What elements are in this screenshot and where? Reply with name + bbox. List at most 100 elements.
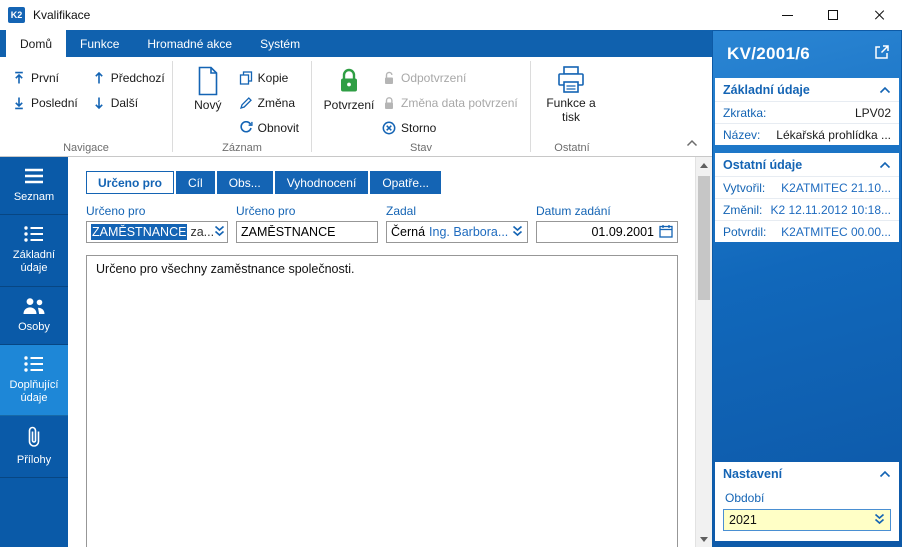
app-window: K2 Kvalifikace Domů Funkce Hromadné akce… xyxy=(0,0,902,547)
content-area: Seznam Základní údaje Osoby Doplňující ú… xyxy=(0,157,712,547)
calendar-icon[interactable] xyxy=(659,224,673,241)
target-field-label: Určeno pro xyxy=(86,204,146,218)
scroll-down-button[interactable] xyxy=(696,531,712,547)
collapse-chevron-icon[interactable] xyxy=(879,83,891,97)
ribbon-group-navigace: První Předchozí Poslední Další Navigace xyxy=(0,57,172,156)
last-record-button[interactable]: Poslední xyxy=(8,92,82,114)
last-record-label: Poslední xyxy=(31,95,78,110)
tab-opatreni[interactable]: Opatře... xyxy=(370,171,441,194)
period-combobox[interactable]: 2021 xyxy=(723,509,891,531)
change-confirm-date-button[interactable]: Změna data potvrzení xyxy=(378,90,522,115)
sidebar-item-label: Seznam xyxy=(13,191,55,203)
target-combobox[interactable]: ZAMĚSTNANCE za... xyxy=(86,221,228,243)
copy-label: Kopie xyxy=(257,70,289,85)
ribbon-tab-system[interactable]: Systém xyxy=(246,30,314,57)
tab-urceno-pro[interactable]: Určeno pro xyxy=(86,171,175,194)
confirm-button[interactable]: Potvrzení xyxy=(320,65,378,113)
target-selected-text: ZAMĚSTNANCE xyxy=(91,224,188,240)
change-button[interactable]: Změna xyxy=(235,90,303,115)
sidebar-item-doplnujici-udaje[interactable]: Doplňující údaje xyxy=(0,344,68,417)
target-rest-text: za... xyxy=(190,225,215,239)
row-label: Vytvořil: xyxy=(723,180,766,195)
previous-record-icon xyxy=(94,71,103,83)
minimize-button[interactable] xyxy=(764,0,810,30)
sidebar-item-osoby[interactable]: Osoby xyxy=(0,287,68,345)
ribbon-group-stav: Potvrzení Odpotvrzení Změna data potvrze… xyxy=(312,57,530,156)
sidebar-item-label: Doplňující údaje xyxy=(9,378,59,404)
functions-print-label: Funkce a tisk xyxy=(546,96,596,124)
info-panel: KV/2001/6 Základní údaje Zkratka: LPV02 … xyxy=(712,30,902,547)
row-label: Změnil: xyxy=(723,202,763,217)
open-in-new-window-button[interactable] xyxy=(874,44,890,65)
section-ostatni-udaje: Ostatní údaje Vytvořil: K2ATMITEC 21.10.… xyxy=(715,153,899,242)
confirm-label: Potvrzení xyxy=(323,98,375,112)
tab-obsah[interactable]: Obs... xyxy=(216,171,273,194)
unconfirm-button[interactable]: Odpotvrzení xyxy=(378,65,522,90)
vertical-scrollbar[interactable] xyxy=(695,157,712,547)
dropdown-double-chevron-icon[interactable] xyxy=(874,513,885,528)
menu-icon xyxy=(25,168,43,184)
date-field[interactable]: 01.09.2001 xyxy=(536,221,678,243)
maximize-button[interactable] xyxy=(810,0,856,30)
period-value: 2021 xyxy=(729,513,757,527)
row-label: Potvrdil: xyxy=(723,224,767,239)
sidebar-item-prilohy[interactable]: Přílohy xyxy=(0,416,68,479)
entered-by-detail: Ing. Barbora... xyxy=(429,225,509,239)
dropdown-double-chevron-icon[interactable] xyxy=(512,225,523,240)
section-header-ostatni-udaje[interactable]: Ostatní údaje xyxy=(715,153,899,176)
title-bar: K2 Kvalifikace xyxy=(0,0,902,30)
scroll-down-icon xyxy=(700,536,708,542)
collapse-chevron-icon[interactable] xyxy=(879,467,891,481)
ribbon-tab-domu[interactable]: Domů xyxy=(6,30,67,57)
cancel-record-label: Storno xyxy=(401,120,437,135)
window-controls xyxy=(764,0,902,30)
tab-vyhodnoceni[interactable]: Vyhodnocení xyxy=(274,171,369,194)
sidebar-item-label: Osoby xyxy=(18,320,50,333)
next-record-button[interactable]: Další xyxy=(88,92,169,114)
ribbon-tab-hromadne-akce[interactable]: Hromadné akce xyxy=(133,30,246,57)
chevron-up-icon xyxy=(686,139,698,147)
row-label: Zkratka: xyxy=(723,105,767,120)
previous-record-label: Předchozí xyxy=(110,70,165,85)
section-title: Základní údaje xyxy=(723,82,810,97)
section-header-nastaveni[interactable]: Nastavení xyxy=(715,462,899,485)
scroll-up-button[interactable] xyxy=(696,157,712,173)
functions-print-button[interactable]: Funkce a tisk xyxy=(539,65,603,125)
new-document-icon xyxy=(198,66,218,96)
cancel-record-button[interactable]: Storno xyxy=(378,115,522,140)
refresh-button[interactable]: Obnovit xyxy=(235,115,303,140)
ribbon-tab-funkce[interactable]: Funkce xyxy=(66,30,133,57)
scrollbar-thumb[interactable] xyxy=(698,176,710,300)
previous-record-button[interactable]: Předchozí xyxy=(88,67,169,89)
tab-cil[interactable]: Cíl xyxy=(176,171,215,194)
ribbon-tab-bar: Domů Funkce Hromadné akce Systém xyxy=(0,30,712,57)
row-value: K2ATMITEC 00.00... xyxy=(781,224,891,239)
copy-icon xyxy=(239,70,252,85)
change-confirm-date-label: Změna data potvrzení xyxy=(401,95,518,110)
ribbon-collapse-button[interactable] xyxy=(686,134,698,152)
dropdown-double-chevron-icon[interactable] xyxy=(214,225,225,240)
info-panel-header: KV/2001/6 xyxy=(712,30,902,78)
scroll-up-icon xyxy=(700,162,708,168)
sidebar-item-zakladni-udaje[interactable]: Základní údaje xyxy=(0,215,68,287)
refresh-icon xyxy=(240,120,253,132)
form-tabs: Určeno pro Cíl Obs... Vyhodnocení Opatře… xyxy=(86,171,695,194)
section-header-zakladni-udaje[interactable]: Základní údaje xyxy=(715,78,899,101)
next-record-label: Další xyxy=(110,95,139,110)
field-labels-row: Určeno pro Určeno pro Zadal Datum zadání xyxy=(86,204,695,218)
copy-button[interactable]: Kopie xyxy=(235,65,303,90)
ribbon-group-ostatni: Funkce a tisk Ostatní xyxy=(531,57,613,156)
sidebar-item-seznam[interactable]: Seznam xyxy=(0,157,68,216)
record-buttons: Kopie Změna Obnovit xyxy=(235,65,303,140)
close-button[interactable] xyxy=(856,0,902,30)
settings-body: Období 2021 xyxy=(715,485,899,541)
collapse-chevron-icon[interactable] xyxy=(879,158,891,172)
first-record-button[interactable]: První xyxy=(8,67,82,89)
target2-input-field[interactable] xyxy=(241,225,373,239)
entered-by-combobox[interactable]: Černá Ing. Barbora... xyxy=(386,221,528,243)
sidebar-item-label: Přílohy xyxy=(16,454,52,467)
period-label: Období xyxy=(725,491,765,505)
target2-input[interactable] xyxy=(236,221,378,243)
new-record-button[interactable]: Nový xyxy=(181,65,235,113)
description-textarea[interactable]: Určeno pro všechny zaměstnance společnos… xyxy=(86,255,678,547)
